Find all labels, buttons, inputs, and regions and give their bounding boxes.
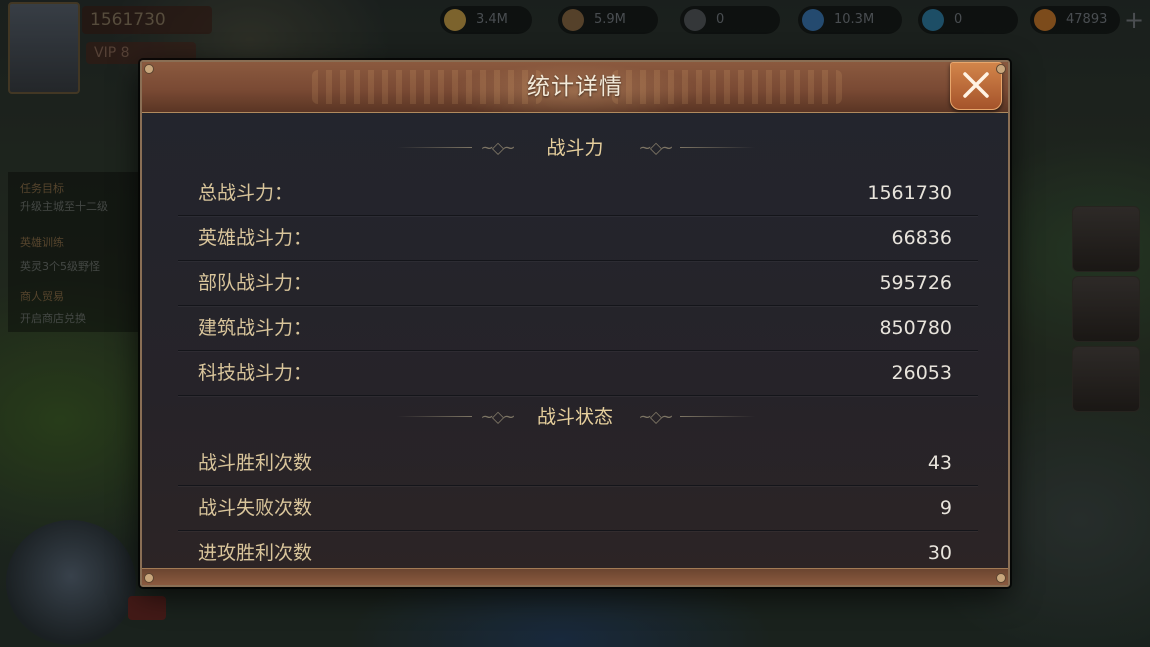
close-button[interactable] (950, 62, 1002, 110)
stat-value: 9 (939, 497, 952, 519)
ornament-icon: ~◇~ (638, 407, 673, 426)
stat-row: 英雄战斗力： 66836 (178, 216, 978, 261)
dialog-body: ~◇~ 战斗力 ~◇~ 总战斗力： 1561730 英雄战斗力： 66836 部… (142, 113, 1008, 573)
stat-label: 建筑战斗力： (198, 317, 313, 339)
statistics-dialog: 统计详情 ~◇~ 战斗力 ~◇~ 总战斗力： 1561730 英雄战斗力： 66… (140, 60, 1010, 587)
section-title: 战斗力 (546, 137, 604, 159)
divider (680, 147, 755, 148)
section-header-battle-status: ~◇~ 战斗状态 ~◇~ (142, 403, 1008, 431)
divider (680, 416, 755, 417)
corner-rivet (144, 64, 154, 74)
stat-value: 66836 (891, 227, 952, 249)
section-header-power: ~◇~ 战斗力 ~◇~ (142, 134, 1008, 162)
stat-label: 战斗失败次数 (198, 497, 313, 519)
stat-row: 战斗胜利次数 43 (178, 441, 978, 486)
stat-row: 科技战斗力： 26053 (178, 351, 978, 396)
stat-label: 总战斗力： (198, 182, 294, 204)
section-title: 战斗状态 (536, 406, 613, 428)
stat-row: 战斗失败次数 9 (178, 486, 978, 531)
ornament-icon: ~◇~ (638, 138, 673, 157)
stat-row: 总战斗力： 1561730 (178, 171, 978, 216)
stat-value: 1561730 (867, 182, 952, 204)
corner-rivet (144, 573, 154, 583)
stat-value: 26053 (891, 362, 952, 384)
stat-label: 英雄战斗力： (198, 227, 313, 249)
close-icon (963, 72, 989, 98)
stat-value: 850780 (879, 317, 952, 339)
dialog-header: 统计详情 (142, 62, 1008, 113)
stat-row: 建筑战斗力： 850780 (178, 306, 978, 351)
dialog-footer (142, 568, 1008, 585)
stat-value: 595726 (879, 272, 952, 294)
corner-rivet (996, 573, 1006, 583)
stat-row: 部队战斗力： 595726 (178, 261, 978, 306)
dialog-title: 统计详情 (527, 74, 623, 100)
stat-label: 科技战斗力： (198, 362, 313, 384)
corner-rivet (996, 64, 1006, 74)
stat-label: 部队战斗力： (198, 272, 313, 294)
stat-label: 战斗胜利次数 (198, 452, 313, 474)
stat-value: 43 (927, 452, 952, 474)
